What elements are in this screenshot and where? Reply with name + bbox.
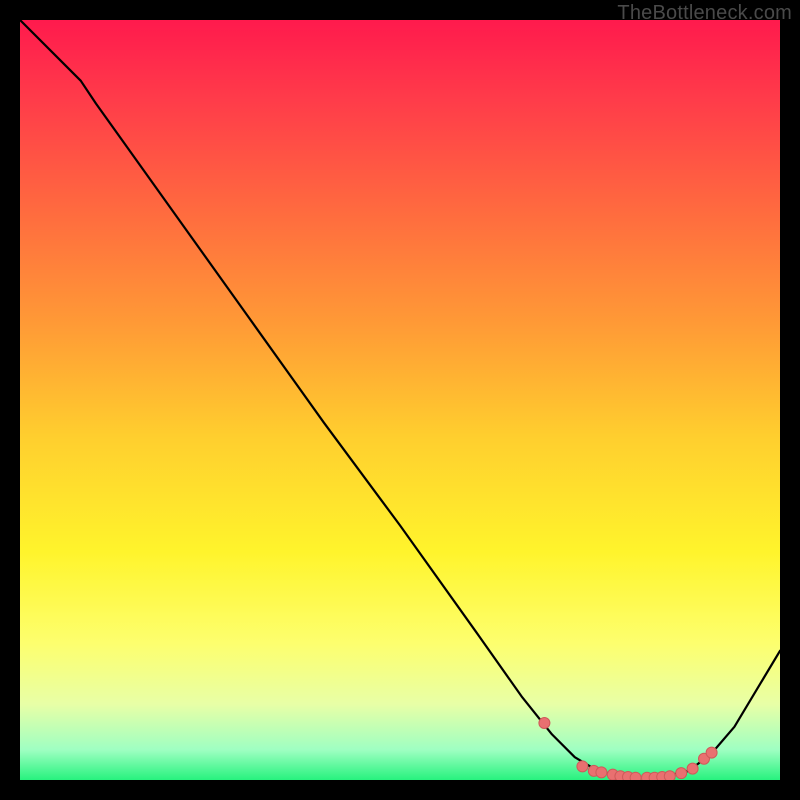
watermark-text: TheBottleneck.com	[617, 2, 792, 25]
chart-gradient-background	[20, 20, 780, 780]
chart-plot	[20, 20, 780, 780]
chart-stage: TheBottleneck.com	[0, 0, 800, 800]
